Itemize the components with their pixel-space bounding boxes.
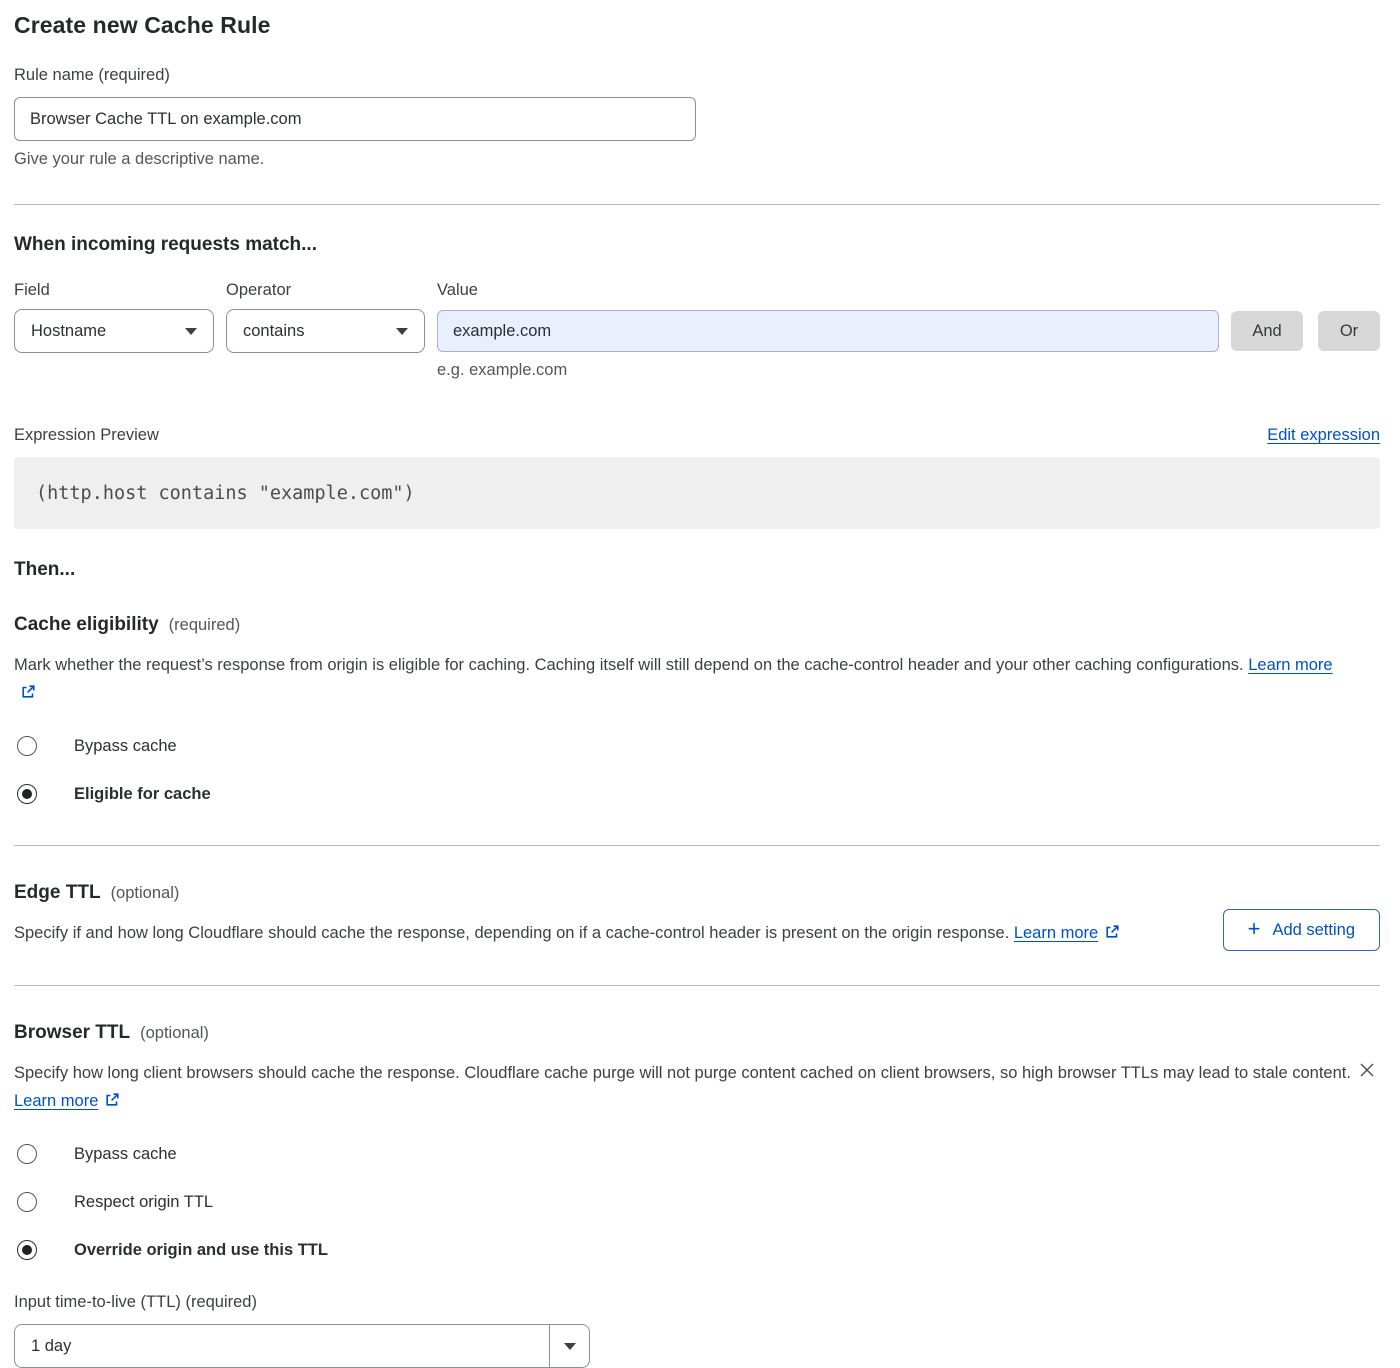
chevron-down-icon — [185, 328, 197, 335]
rule-name-help: Give your rule a descriptive name. — [14, 150, 1380, 169]
match-heading: When incoming requests match... — [14, 234, 1380, 256]
close-icon — [1357, 1060, 1377, 1080]
learn-more-link[interactable]: Learn more — [14, 1092, 98, 1110]
cache-eligibility-section: Cache eligibility (required) Mark whethe… — [14, 614, 1380, 804]
dropdown-arrow-button[interactable] — [549, 1325, 589, 1367]
match-condition-row: Hostname contains And Or — [14, 309, 1380, 353]
radio-button-icon[interactable] — [17, 736, 37, 756]
ttl-select[interactable]: 1 day — [14, 1324, 590, 1368]
radio-option-label: Bypass cache — [74, 737, 177, 756]
ttl-input-label: Input time-to-live (TTL) (required) — [14, 1293, 1380, 1312]
radio-option-label: Eligible for cache — [74, 785, 211, 804]
optional-note: (optional) — [140, 1024, 209, 1043]
section-divider — [14, 204, 1380, 205]
browser-ttl-section: Browser TTL (optional) Specify how long … — [14, 1022, 1380, 1368]
section-divider — [14, 985, 1380, 986]
or-button[interactable]: Or — [1318, 311, 1380, 351]
radio-option-label: Override origin and use this TTL — [74, 1241, 328, 1260]
radio-button-icon[interactable] — [17, 1240, 37, 1260]
plus-icon: + — [1248, 918, 1261, 940]
radio-button-icon[interactable] — [17, 1192, 37, 1212]
edit-expression-link[interactable]: Edit expression — [1267, 426, 1380, 445]
and-button[interactable]: And — [1231, 311, 1303, 351]
field-select[interactable]: Hostname — [14, 309, 214, 353]
radio-option-label: Respect origin TTL — [74, 1193, 213, 1212]
optional-note: (optional) — [111, 884, 180, 903]
learn-more-link[interactable]: Learn more — [1248, 656, 1332, 674]
radio-option-respect-origin-ttl[interactable]: Respect origin TTL — [14, 1192, 1380, 1212]
create-cache-rule-form: Create new Cache Rule Rule name (require… — [0, 0, 1400, 1354]
expression-code-block: (http.host contains "example.com") — [14, 457, 1380, 529]
radio-button-icon[interactable] — [17, 784, 37, 804]
radio-option-bypass-cache[interactable]: Bypass cache — [14, 736, 1380, 756]
rule-name-input[interactable] — [14, 97, 696, 141]
expression-preview-row: Expression Preview Edit expression — [14, 426, 1380, 445]
page-title: Create new Cache Rule — [14, 12, 1380, 39]
browser-ttl-heading: Browser TTL — [14, 1022, 130, 1044]
add-setting-button[interactable]: + Add setting — [1223, 909, 1380, 951]
edge-ttl-heading: Edge TTL — [14, 882, 101, 904]
expression-code: (http.host contains "example.com") — [36, 483, 415, 504]
radio-option-override-origin-ttl[interactable]: Override origin and use this TTL — [14, 1240, 1380, 1260]
add-setting-label: Add setting — [1272, 921, 1355, 940]
then-heading: Then... — [14, 559, 1380, 581]
chevron-down-icon — [564, 1343, 576, 1350]
learn-more-link[interactable]: Learn more — [1014, 924, 1098, 942]
value-input[interactable] — [437, 310, 1219, 352]
chevron-down-icon — [396, 328, 408, 335]
ttl-select-value: 1 day — [15, 1325, 549, 1367]
section-divider — [14, 845, 1380, 846]
radio-button-icon[interactable] — [17, 1144, 37, 1164]
external-link-icon — [104, 1092, 120, 1108]
radio-option-label: Bypass cache — [74, 1145, 177, 1164]
operator-select-value: contains — [243, 322, 304, 341]
remove-setting-button[interactable] — [1356, 1059, 1378, 1081]
edge-ttl-description: Specify if and how long Cloudflare shoul… — [14, 919, 1124, 947]
value-label: Value — [437, 281, 1380, 300]
value-help-text: e.g. example.com — [437, 361, 1380, 380]
cache-eligibility-description: Mark whether the request’s response from… — [14, 651, 1354, 707]
field-label: Field — [14, 281, 226, 300]
edge-ttl-section: Edge TTL (optional) + Add setting Specif… — [14, 882, 1380, 947]
operator-select[interactable]: contains — [226, 309, 425, 353]
browser-ttl-description: Specify how long client browsers should … — [14, 1059, 1354, 1115]
field-select-value: Hostname — [31, 322, 106, 341]
radio-option-eligible-for-cache[interactable]: Eligible for cache — [14, 784, 1380, 804]
operator-label: Operator — [226, 281, 437, 300]
required-note: (required) — [169, 616, 241, 635]
rule-name-label: Rule name (required) — [14, 66, 1380, 85]
expression-preview-label: Expression Preview — [14, 426, 159, 445]
external-link-icon — [1104, 924, 1120, 940]
match-column-labels: Field Operator Value — [14, 281, 1380, 300]
radio-option-bypass-cache[interactable]: Bypass cache — [14, 1144, 1380, 1164]
external-link-icon — [20, 684, 36, 700]
cache-eligibility-heading: Cache eligibility — [14, 614, 159, 636]
